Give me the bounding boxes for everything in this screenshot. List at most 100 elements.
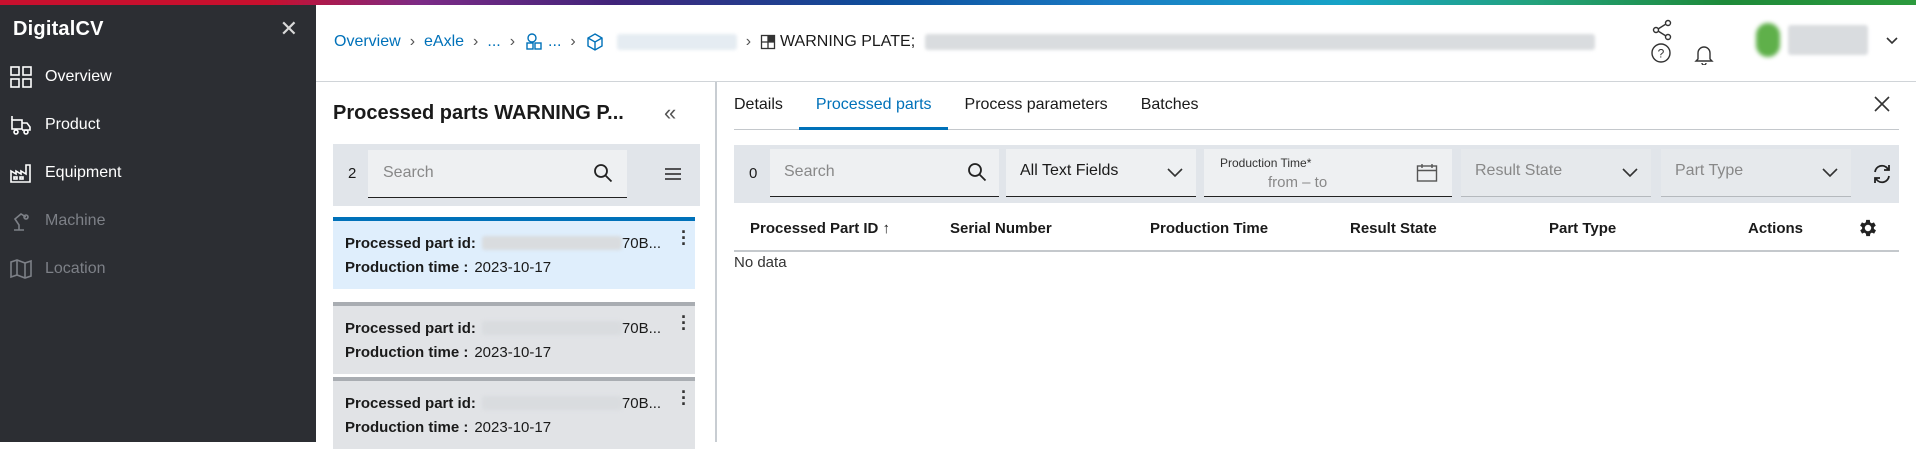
blurred-identifier <box>925 34 1596 50</box>
production-time-value: 2023-10-17 <box>474 258 552 276</box>
plate-icon <box>760 34 776 50</box>
list-search-input[interactable] <box>368 150 568 196</box>
breadcrumb-separator: › <box>409 33 416 50</box>
blurred-product-name <box>616 34 737 50</box>
column-production-time[interactable]: Production Time <box>1150 220 1268 237</box>
empty-state-text: No data <box>734 254 787 271</box>
cube-icon <box>587 33 603 51</box>
list-toolbar: 2 <box>333 144 700 206</box>
breadcrumb-separator: › <box>745 33 752 50</box>
breadcrumb-product[interactable] <box>585 32 737 52</box>
sidebar-item-machine: Machine <box>0 197 316 245</box>
sidebar-item-label: Location <box>45 260 106 277</box>
sidebar-item-location: Location <box>0 245 316 293</box>
chevron-down-icon <box>1622 168 1638 178</box>
result-state-select[interactable]: Result State <box>1461 149 1651 197</box>
list-item[interactable]: Processed part id: 70B... Production time… <box>333 302 695 374</box>
text-field-select[interactable]: All Text Fields <box>1006 149 1196 197</box>
chevron-down-icon <box>1822 168 1838 178</box>
blurred-part-id <box>481 236 622 250</box>
sidebar-header: DigitalCV ✕ <box>0 5 316 53</box>
breadcrumb-current: WARNING PLATE; <box>760 33 1596 51</box>
tab-batches[interactable]: Batches <box>1124 82 1215 129</box>
breadcrumb-component[interactable]: ... <box>524 32 561 52</box>
part-id-label: Processed part id: <box>345 319 476 337</box>
close-icon[interactable]: ✕ <box>280 18 298 40</box>
collapse-panel-icon[interactable]: « <box>664 100 676 126</box>
breadcrumb-separator: › <box>509 33 516 50</box>
search-icon[interactable] <box>593 163 613 183</box>
forklift-icon <box>9 113 33 137</box>
breadcrumb-separator: › <box>473 33 479 50</box>
breadcrumb-ellipsis[interactable]: ... <box>487 33 500 51</box>
production-time-range-picker[interactable]: Production Time* from – to <box>1204 149 1452 197</box>
search-icon[interactable] <box>967 162 987 182</box>
result-count: 2 <box>348 165 357 182</box>
list-item[interactable]: Processed part id: 70B... Production time… <box>333 217 695 289</box>
list-item[interactable]: Processed part id: 70B... Production time… <box>333 377 695 449</box>
column-result-state[interactable]: Result State <box>1350 220 1437 237</box>
sidebar-item-product[interactable]: Product <box>0 101 316 149</box>
table-search-field[interactable] <box>770 149 999 197</box>
menu-icon[interactable] <box>663 164 683 184</box>
column-processed-part-id[interactable]: Processed Part ID ↑ <box>750 220 890 237</box>
part-id-suffix: 70B... <box>621 234 662 252</box>
avatar <box>1756 23 1780 57</box>
breadcrumb-eaxle[interactable]: eAxle <box>424 33 464 51</box>
breadcrumb-component-label: ... <box>548 33 562 50</box>
more-options-icon[interactable]: · · · <box>681 383 687 413</box>
robot-arm-icon <box>9 209 33 233</box>
production-time-label: Production time : <box>345 343 469 361</box>
user-menu[interactable] <box>1756 23 1900 57</box>
sidebar-item-overview[interactable]: Overview <box>0 53 316 101</box>
table-search-input[interactable] <box>770 149 950 195</box>
part-id-label: Processed part id: <box>345 394 476 412</box>
panel-title: Processed parts WARNING P... <box>333 102 624 124</box>
help-icon[interactable]: ? <box>1650 42 1672 64</box>
blurred-user-name <box>1788 25 1868 55</box>
column-part-type[interactable]: Part Type <box>1549 220 1616 237</box>
result-count: 0 <box>749 165 758 182</box>
production-time-label: Production time : <box>345 418 469 436</box>
part-id-label: Processed part id: <box>345 234 476 252</box>
detail-panel: Details Processed parts Process paramete… <box>717 82 1916 442</box>
svg-text:?: ? <box>1658 47 1665 61</box>
chevron-down-icon <box>1886 37 1898 45</box>
sidebar-item-label: Equipment <box>45 164 122 181</box>
grid-icon <box>9 65 33 89</box>
tab-details[interactable]: Details <box>734 82 799 129</box>
tab-bar: Details Processed parts Process paramete… <box>734 82 1899 130</box>
more-options-icon[interactable]: · · · <box>681 308 687 338</box>
component-icon <box>526 33 542 50</box>
calendar-icon[interactable] <box>1416 163 1438 183</box>
sidebar-item-label: Machine <box>45 212 106 229</box>
close-icon[interactable] <box>1872 94 1892 114</box>
production-time-range-value: from – to <box>1268 174 1328 191</box>
breadcrumb-overview[interactable]: Overview <box>334 33 401 51</box>
more-options-icon[interactable]: · · · <box>681 223 687 253</box>
production-time-value: 2023-10-17 <box>474 343 552 361</box>
part-type-select[interactable]: Part Type <box>1661 149 1851 197</box>
tab-processed-parts[interactable]: Processed parts <box>798 82 948 130</box>
part-type-select-value: Part Type <box>1675 162 1744 179</box>
sidebar-item-equipment[interactable]: Equipment <box>0 149 316 197</box>
notification-bell-icon[interactable] <box>1693 43 1715 65</box>
share-icon[interactable] <box>1651 19 1673 41</box>
column-actions: Actions <box>1748 220 1804 237</box>
blurred-part-id <box>481 321 622 335</box>
production-time-label: Production time : <box>345 258 469 276</box>
part-id-suffix: 70B... <box>621 319 662 337</box>
breadcrumb: Overview › eAxle › ... › ... › › WARNING… <box>316 24 1596 60</box>
tab-process-parameters[interactable]: Process parameters <box>948 82 1124 129</box>
table-header: Processed Part ID ↑ Serial Number Produc… <box>734 204 1899 252</box>
production-time-value: 2023-10-17 <box>474 418 552 436</box>
sidebar-item-label: Overview <box>45 68 112 85</box>
refresh-icon[interactable] <box>1871 163 1893 185</box>
result-state-select-value: Result State <box>1475 162 1563 179</box>
gear-icon[interactable] <box>1857 217 1879 239</box>
chevron-down-icon <box>1167 168 1183 178</box>
sidebar: DigitalCV ✕ Overview Product Equipment M… <box>0 5 316 442</box>
column-serial-number[interactable]: Serial Number <box>950 220 1052 237</box>
factory-icon <box>9 161 33 185</box>
list-search-field[interactable] <box>368 150 627 198</box>
